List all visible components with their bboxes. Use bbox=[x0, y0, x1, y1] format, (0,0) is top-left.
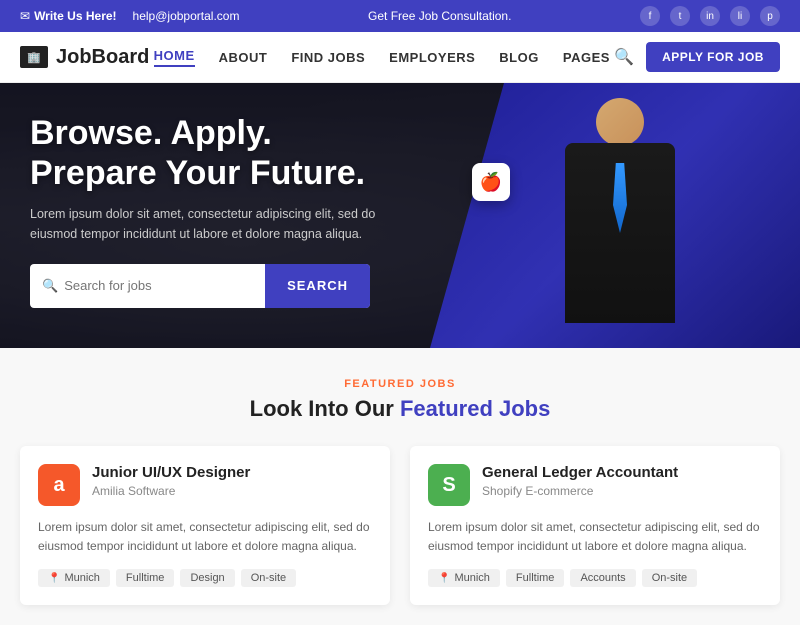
job-card-1: a Junior UI/UX Designer Amilia Software … bbox=[20, 446, 390, 605]
featured-title: Look Into Our Featured Jobs bbox=[20, 396, 780, 422]
tag-type-2: Fulltime bbox=[506, 569, 565, 587]
search-input[interactable] bbox=[64, 278, 253, 293]
write-us-label: ✉ Write Us Here! bbox=[20, 9, 117, 23]
nav-links: HOME ABOUT FIND JOBS EMPLOYERS BLOG PAGE… bbox=[154, 48, 610, 67]
hero-search-bar: 🔍 SEARCH bbox=[30, 264, 370, 308]
company-logo-1: a bbox=[38, 464, 80, 506]
navbar: 🏢 JobBoard HOME ABOUT FIND JOBS EMPLOYER… bbox=[0, 32, 800, 83]
tag-location-2: 📍 Munich bbox=[428, 569, 500, 587]
linkedin-icon[interactable]: li bbox=[730, 6, 750, 26]
hero-person bbox=[540, 93, 700, 348]
job-cards-grid: a Junior UI/UX Designer Amilia Software … bbox=[20, 446, 780, 605]
pinterest-icon[interactable]: p bbox=[760, 6, 780, 26]
job-tags-2: 📍 Munich Fulltime Accounts On-site bbox=[428, 569, 762, 587]
tag-mode-2: On-site bbox=[642, 569, 697, 587]
featured-section: FEATURED JOBS Look Into Our Featured Job… bbox=[0, 348, 800, 625]
job-card-2: S General Ledger Accountant Shopify E-co… bbox=[410, 446, 780, 605]
person-tie bbox=[613, 163, 627, 233]
facebook-icon[interactable]: f bbox=[640, 6, 660, 26]
nav-home[interactable]: HOME bbox=[154, 48, 195, 67]
person-head bbox=[596, 98, 644, 146]
hero-description: Lorem ipsum dolor sit amet, consectetur … bbox=[30, 205, 380, 244]
tag-mode-1: On-site bbox=[241, 569, 296, 587]
nav-search-button[interactable]: 🔍 bbox=[614, 47, 634, 67]
job-info-1: Junior UI/UX Designer Amilia Software bbox=[92, 464, 372, 498]
company-logo-2: S bbox=[428, 464, 470, 506]
search-input-wrapper: 🔍 bbox=[30, 264, 265, 308]
person-body bbox=[565, 143, 675, 323]
job-card-header-2: S General Ledger Accountant Shopify E-co… bbox=[428, 464, 762, 506]
job-title-2: General Ledger Accountant bbox=[482, 464, 762, 481]
logo-text: JobBoard bbox=[56, 46, 149, 69]
email-label: help@jobportal.com bbox=[133, 9, 240, 23]
job-desc-2: Lorem ipsum dolor sit amet, consectetur … bbox=[428, 518, 762, 555]
hero-title: Browse. Apply. Prepare Your Future. bbox=[30, 113, 380, 193]
tag-location-1: 📍 Munich bbox=[38, 569, 110, 587]
hero-content: Browse. Apply. Prepare Your Future. Lore… bbox=[30, 113, 380, 308]
pin-icon-1: 📍 bbox=[48, 573, 60, 584]
top-bar-socials: f t in li p bbox=[640, 6, 780, 26]
top-bar: ✉ Write Us Here! help@jobportal.com Get … bbox=[0, 0, 800, 32]
job-desc-1: Lorem ipsum dolor sit amet, consectetur … bbox=[38, 518, 372, 555]
search-magnifier-icon: 🔍 bbox=[42, 278, 58, 294]
nav-find-jobs[interactable]: FIND JOBS bbox=[291, 50, 365, 65]
logo[interactable]: 🏢 JobBoard bbox=[20, 46, 149, 69]
job-card-header-1: a Junior UI/UX Designer Amilia Software bbox=[38, 464, 372, 506]
pin-icon-2: 📍 bbox=[438, 573, 450, 584]
search-button[interactable]: SEARCH bbox=[265, 264, 370, 308]
nav-about[interactable]: ABOUT bbox=[219, 50, 268, 65]
featured-header: FEATURED JOBS Look Into Our Featured Job… bbox=[20, 378, 780, 422]
top-bar-promo: Get Free Job Consultation. bbox=[239, 9, 640, 23]
apply-job-button[interactable]: APPLY FOR JOB bbox=[646, 42, 780, 72]
top-bar-contact: ✉ Write Us Here! help@jobportal.com bbox=[20, 9, 239, 23]
nav-blog[interactable]: BLOG bbox=[499, 50, 539, 65]
company-name-1: Amilia Software bbox=[92, 484, 372, 498]
tag-category-1: Design bbox=[180, 569, 234, 587]
tag-type-1: Fulltime bbox=[116, 569, 175, 587]
job-tags-1: 📍 Munich Fulltime Design On-site bbox=[38, 569, 372, 587]
featured-label: FEATURED JOBS bbox=[20, 378, 780, 390]
company-name-2: Shopify E-commerce bbox=[482, 484, 762, 498]
logo-icon: 🏢 bbox=[20, 46, 48, 68]
job-title-1: Junior UI/UX Designer bbox=[92, 464, 372, 481]
nav-employers[interactable]: EMPLOYERS bbox=[389, 50, 475, 65]
tag-category-2: Accounts bbox=[570, 569, 635, 587]
job-info-2: General Ledger Accountant Shopify E-comm… bbox=[482, 464, 762, 498]
instagram-icon[interactable]: in bbox=[700, 6, 720, 26]
twitter-icon[interactable]: t bbox=[670, 6, 690, 26]
hero-section: 🍎 💼 ⚙️ Browse. Apply. Prepare Your Futur… bbox=[0, 83, 800, 348]
float-apple-icon: 🍎 bbox=[472, 163, 510, 201]
nav-right: 🔍 APPLY FOR JOB bbox=[614, 42, 780, 72]
nav-pages[interactable]: PAGES bbox=[563, 50, 610, 65]
